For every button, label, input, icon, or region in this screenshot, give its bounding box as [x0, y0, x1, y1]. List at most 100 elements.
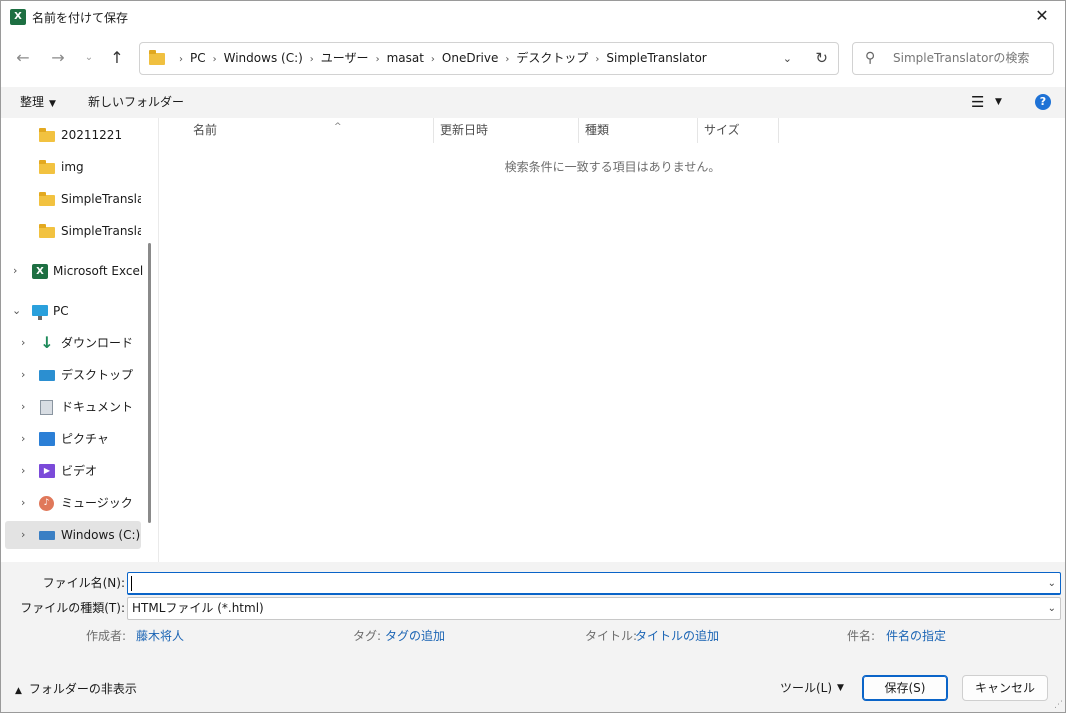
- breadcrumb: › PC › Windows (C:) › ユーザー › masat › OneDrive › デスク…: [172, 43, 707, 74]
- breadcrumb-item-pc[interactable]: PC: [190, 51, 206, 65]
- refresh-icon: ↻: [815, 49, 828, 67]
- drive-icon: [39, 531, 55, 540]
- filetype-select[interactable]: HTMLファイル (*.html) ⌄: [127, 597, 1061, 620]
- column-header-modified[interactable]: 更新日時: [434, 118, 579, 143]
- column-header-size[interactable]: サイズ: [698, 118, 779, 143]
- hide-folders-button[interactable]: ▲ フォルダーの非表示: [15, 681, 137, 699]
- sidebar-item-desktop[interactable]: › デスクトップ: [5, 361, 141, 389]
- pictures-icon: [39, 432, 55, 446]
- author-value[interactable]: 藤木将人: [136, 628, 184, 644]
- folder-icon: [39, 224, 55, 238]
- chevron-right-icon[interactable]: ›: [21, 496, 25, 509]
- desktop-icon: [39, 370, 55, 381]
- pc-icon: [32, 305, 48, 320]
- folder-icon: [39, 128, 55, 142]
- breadcrumb-separator[interactable]: ›: [431, 54, 435, 65]
- sidebar-item-pictures[interactable]: › ピクチャ: [5, 425, 141, 453]
- download-icon: ↓: [40, 333, 54, 352]
- breadcrumb-item-simpletranslator[interactable]: SimpleTranslator: [606, 51, 706, 65]
- up-button[interactable]: ↑: [104, 45, 130, 71]
- sidebar-item-windows-c[interactable]: › Windows (C:): [5, 521, 141, 549]
- breadcrumb-separator[interactable]: ›: [595, 54, 599, 65]
- chevron-down-icon[interactable]: ⌄: [12, 304, 21, 317]
- sidebar-item-label: 20211221: [61, 128, 123, 142]
- column-header-name[interactable]: 名前 ^: [187, 118, 434, 143]
- cancel-button[interactable]: キャンセル: [962, 675, 1048, 701]
- subject-field[interactable]: 件名の指定: [886, 628, 946, 644]
- address-bar[interactable]: › PC › Windows (C:) › ユーザー › masat › OneDrive › デスク…: [139, 42, 839, 75]
- organize-menu-button[interactable]: 整理 ▼: [20, 87, 56, 119]
- breadcrumb-separator[interactable]: ›: [310, 54, 314, 65]
- forward-button[interactable]: →: [45, 45, 71, 71]
- column-header-type[interactable]: 種類: [579, 118, 698, 143]
- arrow-left-icon: ←: [16, 48, 30, 67]
- address-history-dropdown[interactable]: ⌄: [783, 43, 792, 74]
- title-bar: X 名前を付けて保存 ✕: [1, 1, 1065, 33]
- chevron-right-icon[interactable]: ›: [13, 264, 17, 277]
- sidebar-item-20211221[interactable]: 20211221: [5, 121, 141, 149]
- chevron-right-icon[interactable]: ›: [21, 336, 25, 349]
- save-form-area: ファイル名(N): ⌄ ファイルの種類(T): HTMLファイル (*.html…: [1, 562, 1065, 712]
- sidebar-item-img[interactable]: img: [5, 153, 141, 181]
- new-folder-button[interactable]: 新しいフォルダー: [88, 87, 184, 117]
- arrow-up-icon: ↑: [110, 48, 124, 67]
- resize-grip-icon[interactable]: ⋰: [1054, 700, 1063, 710]
- chevron-right-icon[interactable]: ›: [21, 464, 25, 477]
- sidebar-item-pc[interactable]: ⌄ PC: [5, 297, 141, 325]
- help-icon[interactable]: ?: [1035, 94, 1051, 110]
- back-button[interactable]: ←: [10, 45, 36, 71]
- filename-field[interactable]: ⌄: [127, 572, 1061, 595]
- search-input[interactable]: ⚲ SimpleTranslatorの検索: [852, 42, 1054, 75]
- view-options-dropdown[interactable]: ▼: [995, 87, 1002, 117]
- sidebar-item-music[interactable]: › ♪ ミュージック: [5, 489, 141, 517]
- filetype-value: HTMLファイル (*.html): [132, 601, 264, 615]
- chevron-right-icon[interactable]: ›: [21, 432, 25, 445]
- chevron-down-icon: ⌄: [1047, 603, 1056, 614]
- search-placeholder: SimpleTranslatorの検索: [893, 51, 1030, 65]
- tags-label: タグ:: [353, 629, 382, 643]
- caret-up-icon: ▲: [15, 686, 22, 696]
- breadcrumb-item-users[interactable]: ユーザー: [321, 51, 369, 65]
- refresh-button[interactable]: ↻: [815, 43, 828, 74]
- close-icon: ✕: [1035, 6, 1049, 25]
- breadcrumb-separator[interactable]: ›: [213, 54, 217, 65]
- save-button[interactable]: 保存(S): [862, 675, 948, 701]
- sidebar-item-label: img: [61, 160, 84, 174]
- breadcrumb-item-onedrive[interactable]: OneDrive: [442, 51, 498, 65]
- breadcrumb-item-windows-c[interactable]: Windows (C:): [224, 51, 303, 65]
- sidebar-item-label: PC: [53, 304, 69, 318]
- navigation-scrollbar[interactable]: [148, 243, 151, 523]
- chevron-right-icon[interactable]: ›: [21, 528, 25, 541]
- sidebar-item-simpletranslator-1[interactable]: SimpleTranslator: [5, 185, 141, 213]
- sort-ascending-icon: ^: [334, 122, 342, 132]
- chevron-down-icon: ⌄: [782, 52, 792, 65]
- search-icon: ⚲: [865, 50, 876, 66]
- sidebar-item-label: SimpleTranslator: [61, 224, 141, 238]
- arrow-right-icon: →: [51, 48, 65, 67]
- sidebar-item-label: SimpleTranslator: [61, 192, 141, 206]
- breadcrumb-separator[interactable]: ›: [376, 54, 380, 65]
- close-button[interactable]: ✕: [1019, 1, 1065, 32]
- sidebar-item-simpletranslator-2[interactable]: SimpleTranslator: [5, 217, 141, 245]
- caret-down-icon[interactable]: ▼: [837, 679, 844, 697]
- recent-locations-button[interactable]: ⌄: [76, 45, 102, 71]
- sidebar-item-microsoft-excel[interactable]: › X Microsoft Excel: [5, 257, 143, 285]
- view-options-button[interactable]: ☰: [971, 87, 984, 117]
- breadcrumb-separator: ›: [179, 54, 183, 65]
- column-header-label: 名前: [193, 123, 218, 137]
- breadcrumb-item-masat[interactable]: masat: [387, 51, 424, 65]
- breadcrumb-item-desktop[interactable]: デスクトップ: [516, 51, 588, 65]
- sidebar-item-downloads[interactable]: › ↓ ダウンロード: [5, 329, 141, 357]
- chevron-right-icon[interactable]: ›: [21, 368, 25, 381]
- tags-field[interactable]: タグの追加: [385, 628, 445, 644]
- sidebar-item-label: ダウンロード: [61, 336, 134, 350]
- breadcrumb-separator[interactable]: ›: [505, 54, 509, 65]
- chevron-right-icon[interactable]: ›: [21, 400, 25, 413]
- chevron-down-icon[interactable]: ⌄: [1048, 573, 1056, 594]
- chevron-down-icon: ⌄: [84, 52, 94, 63]
- sidebar-item-documents[interactable]: › ドキュメント: [5, 393, 141, 421]
- title-field[interactable]: タイトルの追加: [635, 628, 719, 644]
- subject-label: 件名:: [847, 629, 876, 643]
- tools-menu-button[interactable]: ツール(L): [780, 679, 832, 697]
- sidebar-item-videos[interactable]: › ▶ ビデオ: [5, 457, 141, 485]
